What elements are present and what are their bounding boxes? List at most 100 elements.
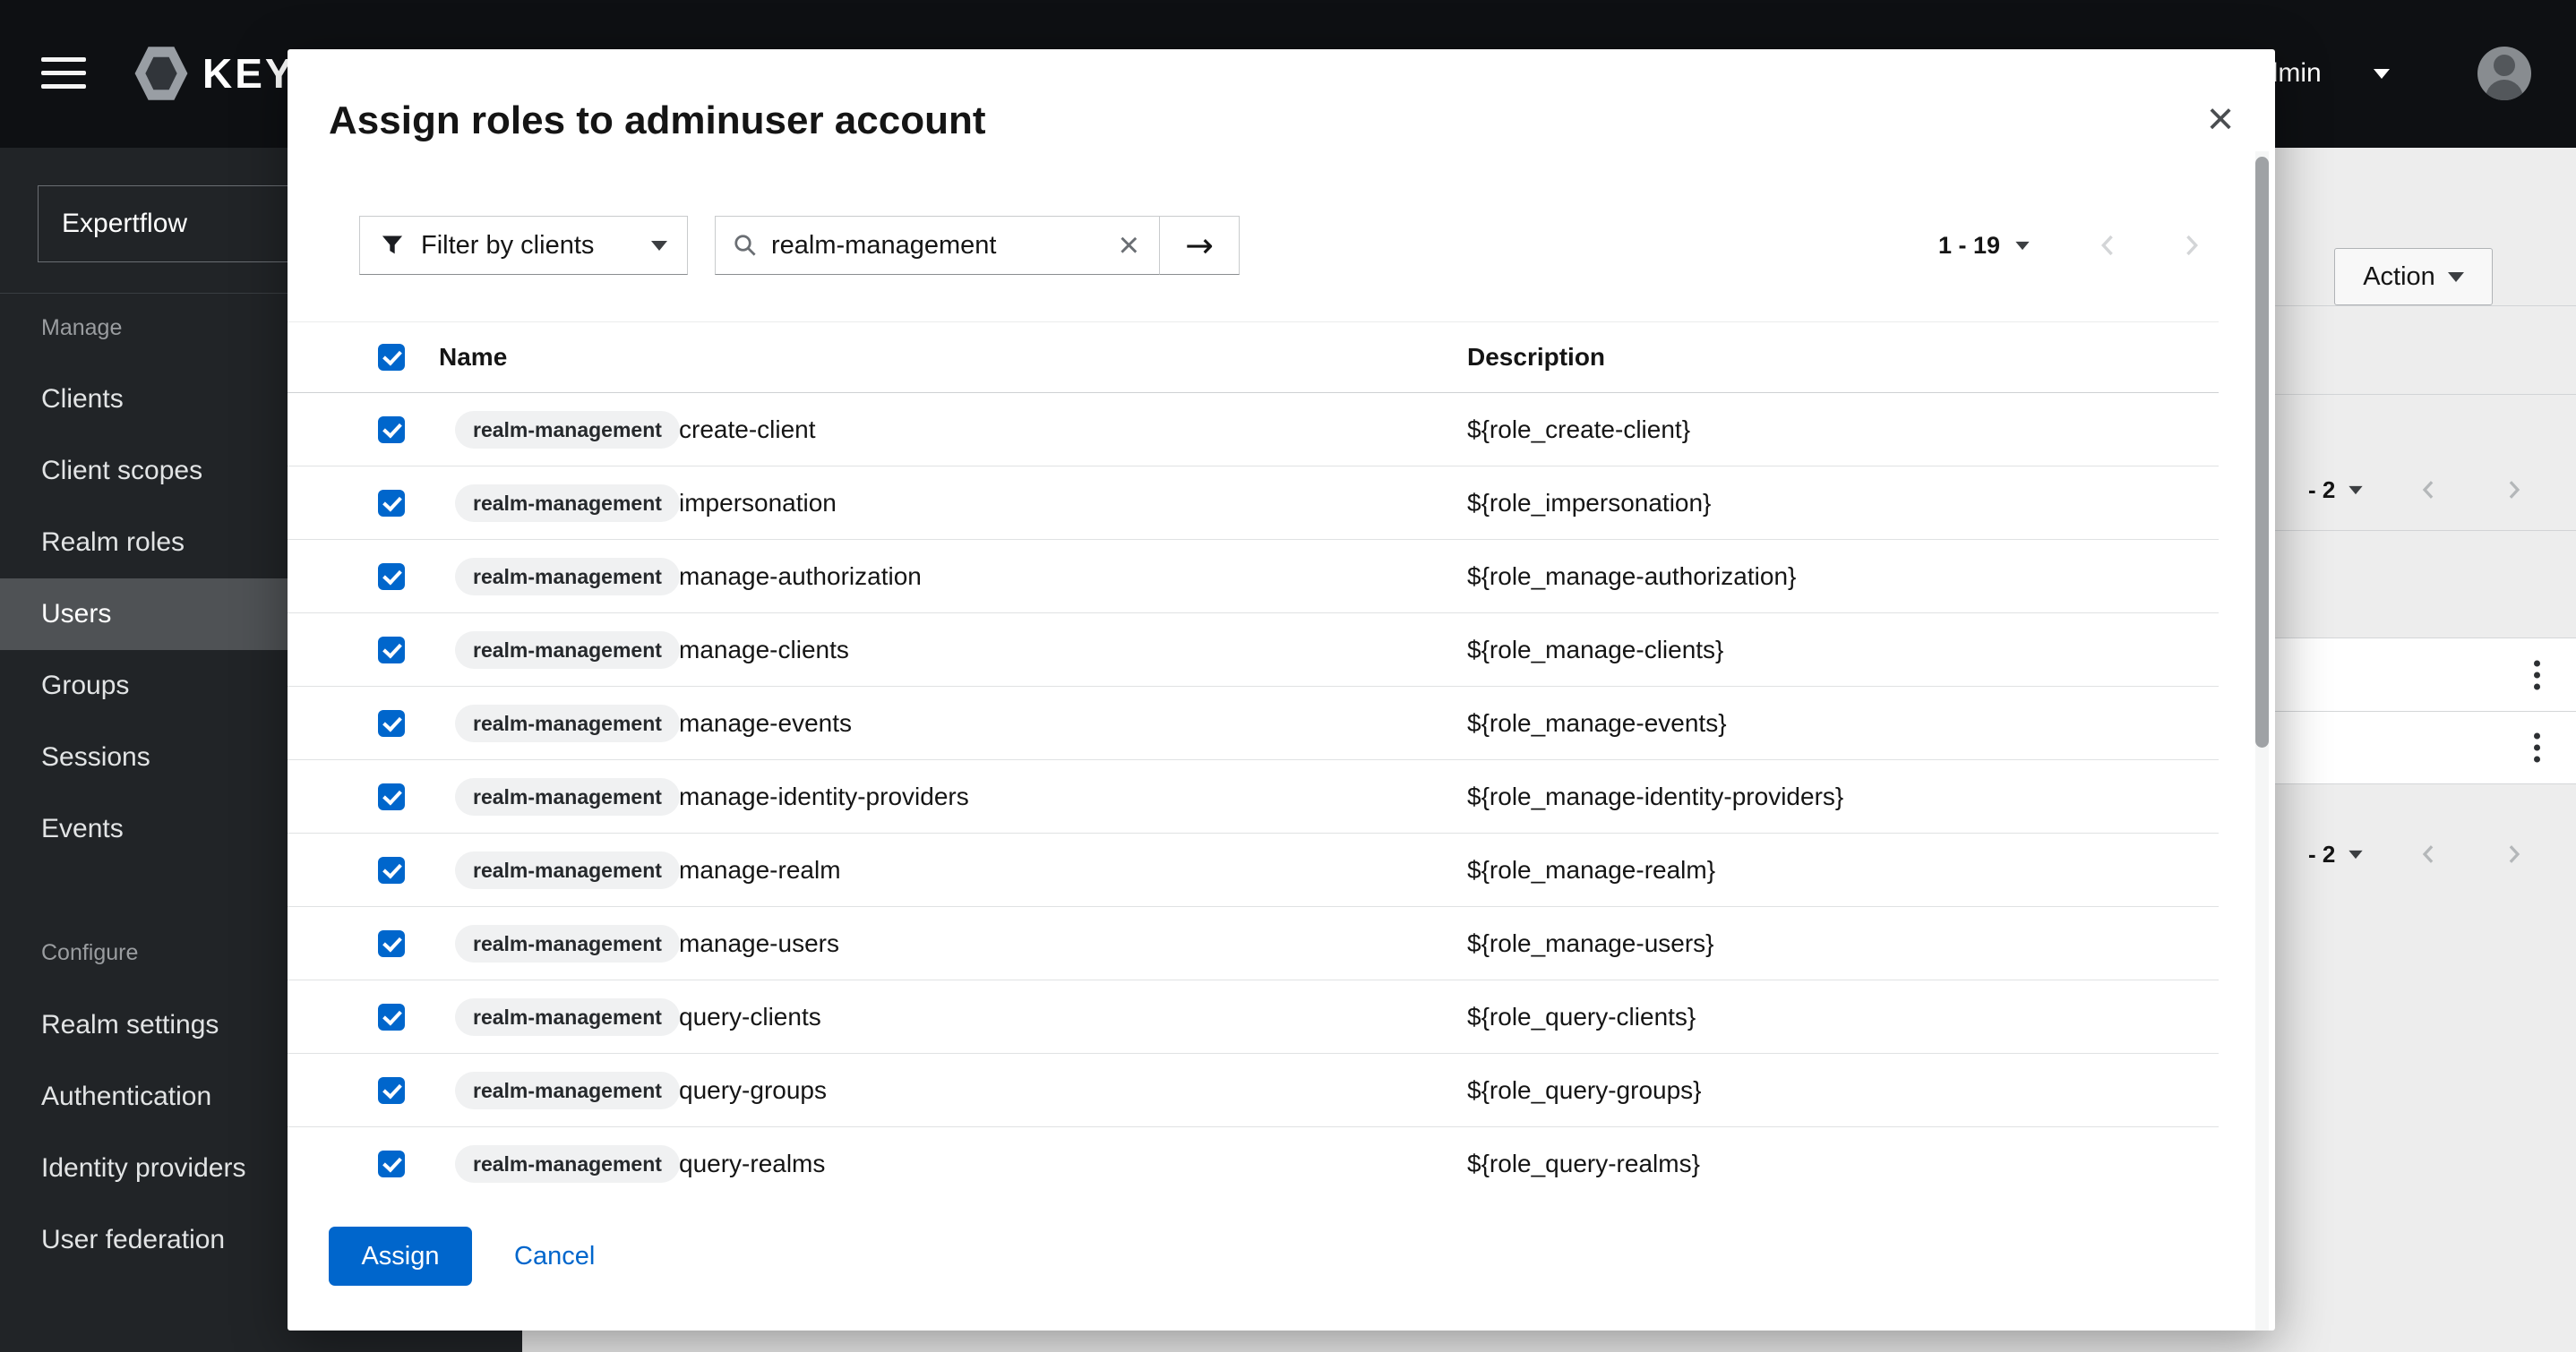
modal-scrollbar-thumb[interactable] [2255,157,2269,748]
action-label: Action [2363,262,2435,292]
pagination-range[interactable]: 1 - 19 [1938,232,2000,260]
column-header-name: Name [439,343,507,372]
close-icon[interactable] [2194,92,2247,146]
table-row: realm-management manage-identity-provide… [288,760,2219,834]
client-badge: realm-management [455,998,680,1036]
table-row [2224,711,2576,784]
assign-roles-modal: Assign roles to adminuser account Filter… [288,49,2275,1331]
role-description: ${role_query-realms} [1467,1150,1700,1178]
avatar-head-shape [2494,55,2515,76]
username-caret-icon [2374,69,2390,79]
clear-search-icon[interactable]: × [1115,227,1143,263]
client-badge: realm-management [455,484,680,522]
table-row [2224,637,2576,711]
role-description: ${role_manage-events} [1467,709,1727,738]
roles-table: Name Description realm-management create… [288,321,2219,1201]
table-row: realm-management manage-realm ${role_man… [288,834,2219,907]
client-badge: realm-management [455,1072,680,1109]
row-checkbox[interactable] [378,416,405,443]
role-name: manage-realm [679,856,841,885]
column-header-description: Description [1467,343,1605,372]
role-description: ${role_manage-clients} [1467,636,1723,664]
next-page-icon[interactable] [2500,476,2527,503]
search-value: realm-management [771,231,1103,261]
next-page-icon[interactable] [2176,230,2206,261]
role-description: ${role_manage-identity-providers} [1467,783,1843,811]
pagination-caret-icon [2349,485,2363,493]
table-row: realm-management manage-clients ${role_m… [288,613,2219,687]
prev-page-icon[interactable] [2093,230,2124,261]
row-checkbox[interactable] [378,930,405,957]
pagination-caret-icon [2349,850,2363,858]
row-checkbox[interactable] [378,857,405,884]
row-checkbox[interactable] [378,1151,405,1177]
row-checkbox[interactable] [378,563,405,590]
role-description: ${role_create-client} [1467,415,1690,444]
assign-button[interactable]: Assign [329,1227,472,1286]
prev-page-icon[interactable] [2416,476,2443,503]
select-all-checkbox[interactable] [378,344,405,371]
avatar-body-shape [2486,80,2523,100]
table-row: realm-management query-groups ${role_que… [288,1054,2219,1127]
role-name: manage-clients [679,636,849,664]
client-badge: realm-management [455,925,680,963]
row-checkbox[interactable] [378,637,405,663]
action-caret-icon [2448,272,2464,282]
table-row: realm-management impersonation ${role_im… [288,466,2219,540]
cancel-button[interactable]: Cancel [514,1227,595,1286]
filter-caret-icon [651,241,667,251]
nav-section-configure: Configure [41,937,138,969]
search-submit-button[interactable]: → [1159,216,1240,275]
next-page-icon[interactable] [2500,841,2527,868]
client-badge: realm-management [455,411,680,449]
role-name: manage-authorization [679,562,922,591]
prev-page-icon[interactable] [2416,841,2443,868]
role-name: manage-users [679,929,839,958]
pagination-range[interactable]: - 2 [2308,476,2335,504]
role-description: ${role_manage-realm} [1467,856,1715,885]
bg-pagination-top: - 2 [2308,463,2527,517]
role-name: query-clients [679,1003,821,1031]
role-name: manage-identity-providers [679,783,969,811]
role-name: create-client [679,415,816,444]
row-checkbox[interactable] [378,783,405,810]
nav-section-manage: Manage [41,312,122,344]
row-checkbox[interactable] [378,1004,405,1031]
pagination-caret-icon [2015,241,2029,249]
row-checkbox[interactable] [378,1077,405,1104]
table-row: realm-management manage-users ${role_man… [288,907,2219,980]
hamburger-menu-icon[interactable] [41,57,88,89]
pagination-range[interactable]: - 2 [2308,841,2335,869]
client-badge: realm-management [455,1145,680,1183]
client-badge: realm-management [455,705,680,742]
table-row: realm-management create-client ${role_cr… [288,393,2219,466]
role-description: ${role_query-clients} [1467,1003,1696,1031]
table-header-row: Name Description [288,321,2219,393]
kebab-menu-icon[interactable] [2530,656,2544,693]
role-name: impersonation [679,489,837,518]
role-name: query-groups [679,1076,827,1105]
avatar[interactable] [2477,47,2531,100]
action-dropdown[interactable]: Action [2334,248,2493,305]
divider [2224,530,2576,531]
table-row: realm-management manage-authorization ${… [288,540,2219,613]
table-row: realm-management query-clients ${role_qu… [288,980,2219,1054]
realm-name: Expertflow [62,209,187,239]
client-badge: realm-management [455,558,680,595]
search-input[interactable]: realm-management × [715,216,1160,275]
filter-by-clients-dropdown[interactable]: Filter by clients [359,216,688,275]
client-badge: realm-management [455,778,680,816]
bg-pagination-bottom: - 2 [2308,827,2527,881]
keycloak-logo-icon [134,46,188,101]
modal-pagination: 1 - 19 [1938,216,2206,275]
divider [2224,305,2576,306]
role-description: ${role_impersonation} [1467,489,1711,518]
arrow-right-icon: → [1185,228,1214,262]
client-badge: realm-management [455,631,680,669]
row-checkbox[interactable] [378,710,405,737]
divider [2224,394,2576,395]
role-description: ${role_manage-users} [1467,929,1714,958]
kebab-menu-icon[interactable] [2530,730,2544,766]
search-icon [732,232,759,259]
row-checkbox[interactable] [378,490,405,517]
